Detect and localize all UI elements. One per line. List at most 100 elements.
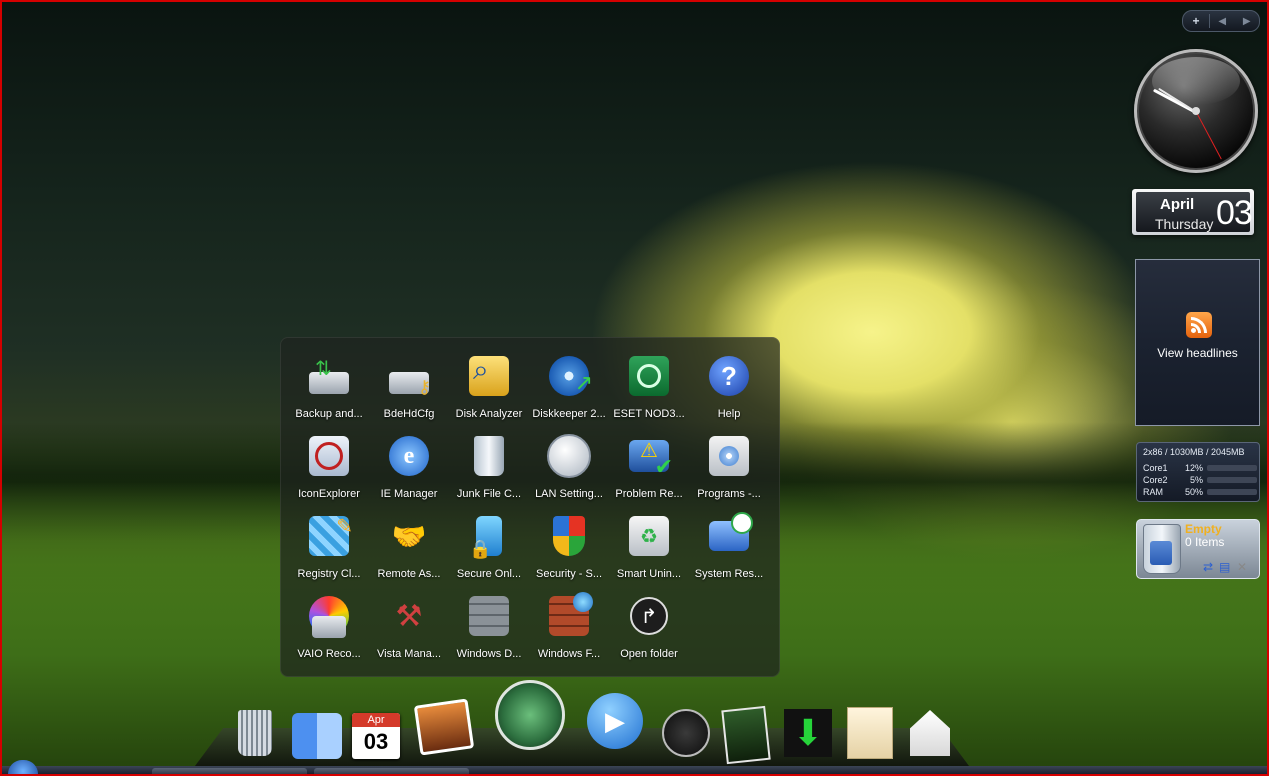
stack-item[interactable]: 🤝 Remote As... — [369, 508, 449, 588]
stack-item[interactable]: Windows F... — [529, 588, 609, 668]
defrag-disc-icon: ↗ — [545, 352, 593, 400]
feed-headlines-gadget[interactable]: View headlines — [1135, 259, 1260, 426]
stack-item[interactable]: ↱ Open folder — [609, 588, 689, 668]
stack-item[interactable]: Junk File C... — [449, 428, 529, 508]
stack-item[interactable]: ⚷ BdeHdCfg — [369, 348, 449, 428]
trash-icon[interactable] — [235, 707, 275, 759]
stack-item[interactable]: Security - S... — [529, 508, 609, 588]
clock-hub — [1192, 107, 1200, 115]
refresh-icon[interactable]: ⇄ — [1203, 560, 1213, 574]
warning-monitor-icon: ⚠ ✔ — [625, 432, 673, 480]
stack-item[interactable]: ⇅ Backup and... — [289, 348, 369, 428]
calendar-gadget[interactable]: April Thursday 03 — [1132, 189, 1254, 235]
view-headlines-link[interactable]: View headlines — [1136, 346, 1259, 360]
registry-icon: ✎ — [305, 512, 353, 560]
stack-item-label: IconExplorer — [298, 488, 360, 500]
stack-item-label: Smart Unin... — [616, 568, 682, 580]
firewall-icon — [545, 592, 593, 640]
iphoto-icon[interactable] — [412, 695, 476, 759]
magnifier-icon: ⌕ — [465, 352, 513, 400]
stack-item-label: Disk Analyzer — [455, 408, 523, 420]
recycle-bin-icon — [465, 432, 513, 480]
stack-item[interactable]: VAIO Reco... — [289, 588, 369, 668]
stack-item[interactable]: ? Help — [689, 348, 769, 428]
stack-item[interactable]: LAN Setting... — [529, 428, 609, 508]
cpu-row-name: Core2 — [1143, 475, 1168, 485]
second-hand — [1195, 111, 1222, 160]
remote-assist-icon: 🤝 — [391, 520, 427, 552]
stack-item[interactable]: Windows D... — [449, 588, 529, 668]
stack-item-label: IE Manager — [380, 488, 438, 500]
gadget-toolbar: + ◀ ▶ — [1182, 10, 1260, 32]
stack-item[interactable]: ⚠ ✔ Problem Re... — [609, 428, 689, 508]
stack-item[interactable]: 🔒 Secure Onl... — [449, 508, 529, 588]
stack-item[interactable]: ⌕ Disk Analyzer — [449, 348, 529, 428]
stack-item-label: Secure Onl... — [456, 568, 522, 580]
stack-item-label: BdeHdCfg — [383, 408, 435, 420]
stack-item-label: Windows D... — [456, 648, 522, 660]
previous-page-button[interactable]: ◀ — [1210, 16, 1235, 27]
stack-item-label: Security - S... — [535, 568, 603, 580]
empty-bin-icon[interactable]: ✕ — [1237, 560, 1247, 574]
shield-icon — [545, 512, 593, 560]
stack-grid: ⇅ Backup and... ⚷ BdeHdCfg ⌕ Disk Analyzer ↗ Di… — [289, 348, 769, 668]
cpu-meter-gadget: 2x86 / 1030MB / 2045MB Core1 12% Core2 5… — [1136, 442, 1260, 502]
stack-item-label: Vista Mana... — [377, 648, 441, 660]
stack-item-label: Registry Cl... — [297, 568, 361, 580]
calendar-month: April — [1160, 196, 1195, 213]
stack-item-label: Junk File C... — [456, 488, 522, 500]
cpu-row-value: 50% — [1184, 487, 1203, 497]
taskbar — [2, 760, 1267, 774]
stack-popup: ⇅ Backup and... ⚷ BdeHdCfg ⌕ Disk Analyzer ↗ Di… — [280, 337, 780, 677]
icon-explorer-icon — [305, 432, 353, 480]
cpu-row-name: RAM — [1143, 487, 1163, 497]
eset-icon — [625, 352, 673, 400]
calendar-face: April Thursday 03 — [1136, 192, 1253, 232]
stack-item[interactable]: ✎ Registry Cl... — [289, 508, 369, 588]
stack-item-label: LAN Setting... — [535, 488, 603, 500]
stack-item-label: Help — [717, 408, 741, 420]
explorer-icon[interactable]: ▤ — [1219, 560, 1230, 574]
stack-item[interactable]: System Res... — [689, 508, 769, 588]
cpu-row-name: Core1 — [1143, 463, 1168, 473]
open-folder-arrow-icon: ↱ — [625, 592, 673, 640]
ical-day: 03 — [363, 729, 389, 754]
media-player-icon[interactable]: ▶ — [586, 692, 644, 750]
system-restore-icon — [705, 512, 753, 560]
time-machine-icon[interactable] — [495, 680, 565, 750]
stack-item[interactable]: ESET NOD3... — [609, 348, 689, 428]
recycle-bin-gadget[interactable]: Empty 0 Items ⇄ ▤ ✕ — [1136, 519, 1260, 579]
tools-icon: ⚒ — [395, 599, 423, 633]
finder-icon[interactable] — [291, 710, 343, 762]
rss-icon — [1186, 312, 1212, 338]
help-icon: ? — [705, 352, 753, 400]
stack-item-label: VAIO Reco... — [297, 648, 361, 660]
stack-item[interactable]: ⚒ Vista Mana... — [369, 588, 449, 668]
taskbar-button[interactable] — [152, 768, 307, 774]
ical-icon[interactable]: Apr 03 — [350, 710, 402, 762]
photo-stack-icon[interactable] — [718, 705, 774, 765]
taskbar-button[interactable] — [314, 768, 469, 774]
desktop: + ◀ ▶ April Thursday 03 View headlines 2… — [0, 0, 1269, 776]
home-icon[interactable] — [904, 707, 956, 759]
stack-item[interactable]: e IE Manager — [369, 428, 449, 508]
drive-key-icon: ⚷ — [385, 352, 433, 400]
cpu-row-ram: RAM 50% — [1143, 487, 1257, 497]
globe-icon — [545, 432, 593, 480]
stack-item[interactable]: IconExplorer — [289, 428, 369, 508]
stack-item-label: System Res... — [694, 568, 764, 580]
uninstall-icon: ♻ — [625, 512, 673, 560]
backup-icon: ⇅ — [305, 352, 353, 400]
next-page-button[interactable]: ▶ — [1235, 16, 1260, 27]
stack-item[interactable]: ↗ Diskkeeper 2... — [529, 348, 609, 428]
dashboard-icon[interactable] — [662, 707, 710, 759]
recycle-bin-status: Empty — [1185, 522, 1222, 536]
add-gadget-button[interactable]: + — [1183, 14, 1210, 28]
vaio-recovery-icon — [305, 592, 353, 640]
notes-icon[interactable] — [844, 707, 896, 759]
clock-gadget[interactable] — [1134, 49, 1258, 173]
download-icon[interactable]: ⬇ — [782, 707, 834, 759]
stack-item-label: Windows F... — [537, 648, 601, 660]
stack-item[interactable]: ♻ Smart Unin... — [609, 508, 689, 588]
stack-item[interactable]: Programs -... — [689, 428, 769, 508]
